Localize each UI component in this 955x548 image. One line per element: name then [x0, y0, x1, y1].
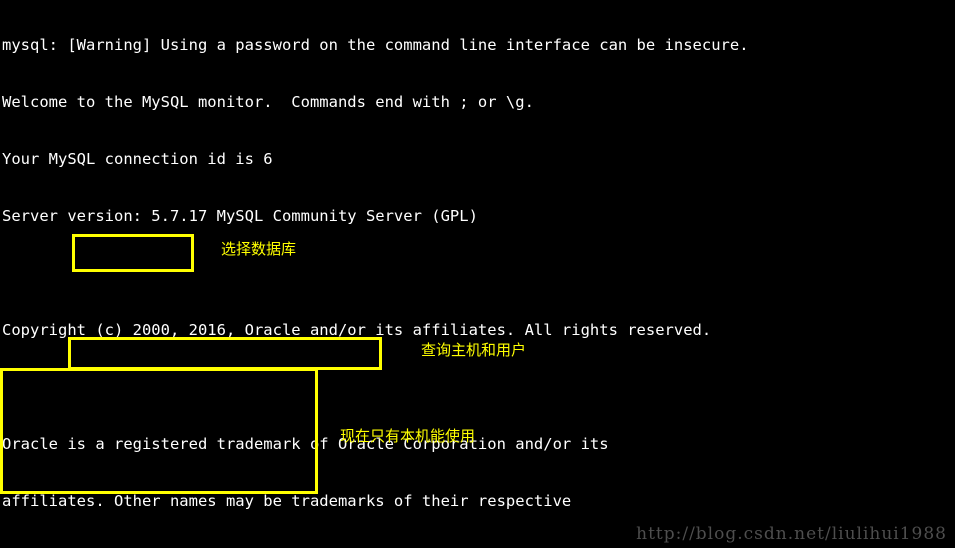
terminal-line: Copyright (c) 2000, 2016, Oracle and/or … [2, 321, 712, 339]
terminal-line: Welcome to the MySQL monitor. Commands e… [2, 93, 534, 111]
terminal-line: Oracle is a registered trademark of Orac… [2, 435, 609, 453]
terminal-screen: mysql: [Warning] Using a password on the… [0, 0, 955, 548]
watermark-blog-url: http://blog.csdn.net/liulihui1988 [636, 524, 947, 544]
terminal-line: mysql: [Warning] Using a password on the… [2, 36, 749, 54]
terminal-line: affiliates. Other names may be trademark… [2, 492, 572, 510]
annotation-select-database: 选择数据库 [221, 240, 297, 258]
annotation-localhost-only: 现在只有本机能使用 [340, 427, 476, 445]
annotation-query-host-user: 查询主机和用户 [421, 341, 527, 359]
terminal-line: Server version: 5.7.17 MySQL Community S… [2, 207, 478, 225]
terminal-line: Your MySQL connection id is 6 [2, 150, 273, 168]
terminal-output[interactable]: mysql: [Warning] Using a password on the… [0, 0, 955, 546]
